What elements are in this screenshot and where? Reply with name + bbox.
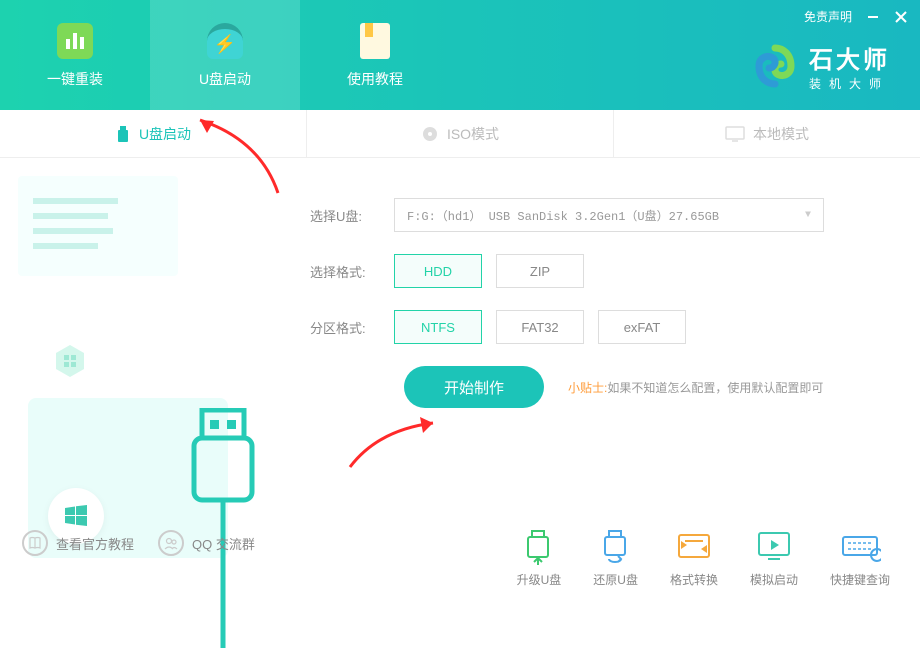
nav-reinstall[interactable]: 一键重装 (0, 0, 150, 110)
disk-select[interactable]: F:G:（hd1） USB SanDisk 3.2Gen1（U盘）27.65GB… (394, 198, 824, 232)
titlebar-links: 免责声明 (804, 8, 908, 25)
disk-label: 选择U盘: (310, 206, 380, 225)
app-header: 一键重装 ⚡ U盘启动 使用教程 免责声明 石大师 装机大师 (0, 0, 920, 110)
brand-title: 石大师 (809, 40, 890, 75)
nav-label: 使用教程 (347, 69, 403, 89)
tab-local[interactable]: 本地模式 (614, 110, 920, 157)
link-label: 查看官方教程 (56, 534, 134, 553)
mode-tabs: U盘启动 ISO模式 本地模式 (0, 110, 920, 158)
restore-usb-icon (595, 529, 637, 565)
iso-icon (421, 125, 439, 143)
partition-ntfs-button[interactable]: NTFS (394, 310, 482, 344)
disk-value: F:G:（hd1） USB SanDisk 3.2Gen1（U盘）27.65GB (407, 207, 719, 224)
minimize-button[interactable] (866, 10, 880, 24)
partition-fat32-button[interactable]: FAT32 (496, 310, 584, 344)
tab-usb-boot[interactable]: U盘启动 (0, 110, 307, 157)
close-button[interactable] (894, 10, 908, 24)
disclaimer-link[interactable]: 免责声明 (804, 8, 852, 25)
start-button[interactable]: 开始制作 (404, 366, 544, 408)
format-zip-button[interactable]: ZIP (496, 254, 584, 288)
main-content: 选择U盘: F:G:（hd1） USB SanDisk 3.2Gen1（U盘）2… (0, 158, 920, 518)
simulate-icon (753, 529, 795, 565)
brand-logo-icon (753, 44, 797, 88)
hex-decoration-icon (52, 343, 88, 379)
qq-link[interactable]: QQ 交流群 (158, 530, 255, 556)
hotkey-icon (839, 529, 881, 565)
partition-label: 分区格式: (310, 318, 380, 337)
brand: 石大师 装机大师 (753, 40, 890, 92)
nav-label: U盘启动 (199, 69, 251, 89)
tab-label: ISO模式 (447, 124, 499, 144)
book-icon (22, 530, 48, 556)
tab-iso[interactable]: ISO模式 (307, 110, 614, 157)
illustration (0, 158, 300, 518)
reinstall-icon (55, 21, 95, 61)
people-icon (158, 530, 184, 556)
action-simulate-boot[interactable]: 模拟启动 (750, 529, 798, 588)
chevron-down-icon: ▼ (805, 210, 811, 221)
action-hotkey-query[interactable]: 快捷键查询 (830, 529, 890, 588)
upgrade-usb-icon (518, 529, 560, 565)
action-label: 还原U盘 (593, 571, 638, 588)
action-label: 模拟启动 (750, 571, 798, 588)
link-label: QQ 交流群 (192, 534, 255, 553)
action-convert-format[interactable]: 格式转换 (670, 529, 718, 588)
tip-label: 小贴士: (568, 381, 607, 395)
nav-label: 一键重装 (47, 69, 103, 89)
usb-boot-icon: ⚡ (205, 21, 245, 61)
local-icon (725, 126, 745, 142)
tutorial-icon (355, 21, 395, 61)
format-hdd-button[interactable]: HDD (394, 254, 482, 288)
usb-icon (115, 125, 131, 143)
action-label: 升级U盘 (517, 571, 562, 588)
tip-text: 小贴士:如果不知道怎么配置，使用默认配置即可 (568, 379, 823, 396)
footer-links: 查看官方教程 QQ 交流群 (22, 530, 255, 556)
partition-exfat-button[interactable]: exFAT (598, 310, 686, 344)
brand-subtitle: 装机大师 (809, 75, 890, 92)
format-label: 选择格式: (310, 262, 380, 281)
config-form: 选择U盘: F:G:（hd1） USB SanDisk 3.2Gen1（U盘）2… (300, 158, 920, 518)
action-label: 格式转换 (670, 571, 718, 588)
action-restore-usb[interactable]: 还原U盘 (593, 529, 638, 588)
nav-usb-boot[interactable]: ⚡ U盘启动 (150, 0, 300, 110)
action-upgrade-usb[interactable]: 升级U盘 (517, 529, 562, 588)
tutorial-link[interactable]: 查看官方教程 (22, 530, 134, 556)
tab-label: 本地模式 (753, 124, 809, 144)
action-label: 快捷键查询 (830, 571, 890, 588)
nav-tutorial[interactable]: 使用教程 (300, 0, 450, 110)
convert-icon (673, 529, 715, 565)
tab-label: U盘启动 (139, 124, 191, 144)
